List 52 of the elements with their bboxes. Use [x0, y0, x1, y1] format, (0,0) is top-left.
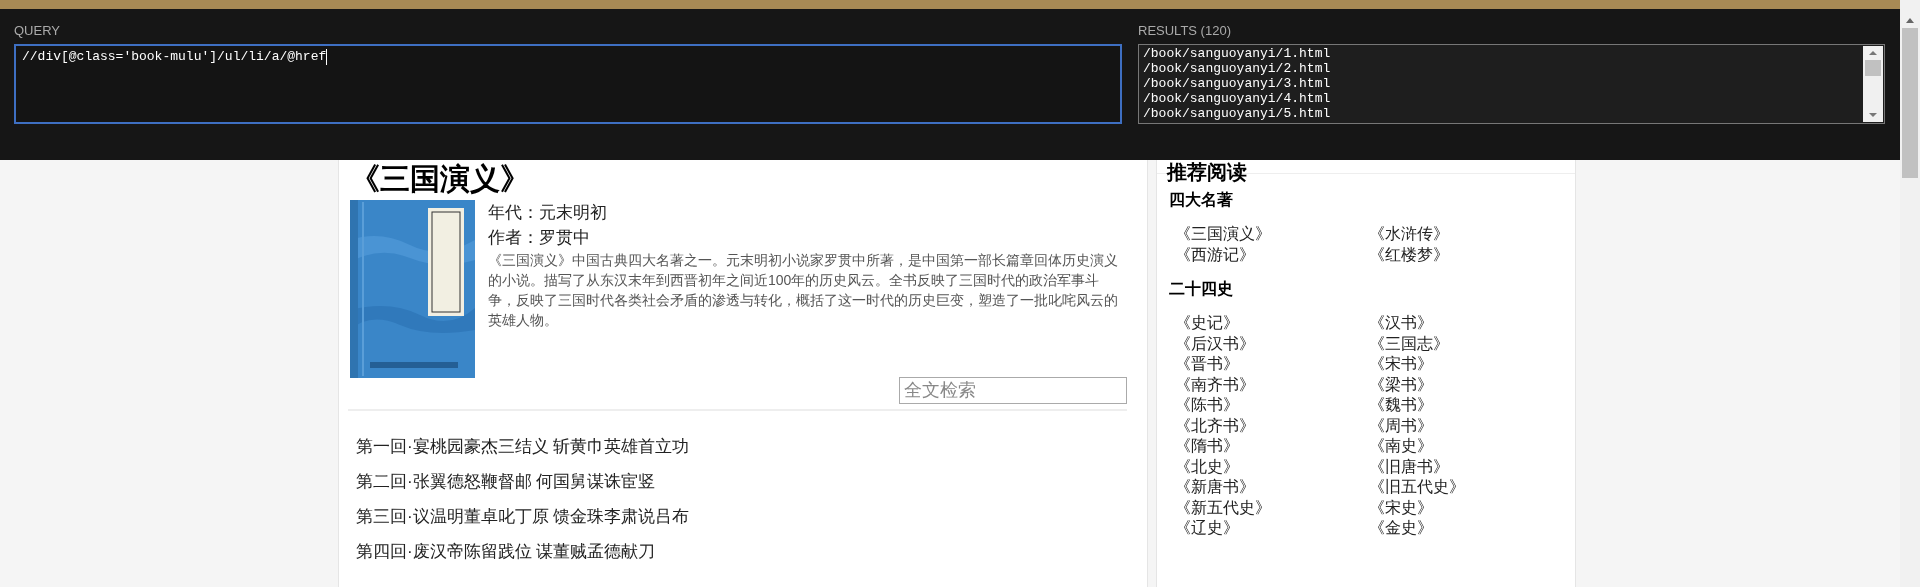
section-heading: 二十四史: [1169, 279, 1233, 299]
section-heading: 四大名著: [1169, 190, 1233, 210]
book-link[interactable]: 《汉书》: [1369, 313, 1433, 334]
book-link[interactable]: 《魏书》: [1369, 395, 1433, 416]
book-link[interactable]: 《三国志》: [1369, 333, 1449, 354]
book-link[interactable]: 《辽史》: [1175, 518, 1239, 539]
book-link[interactable]: 《北史》: [1175, 456, 1239, 477]
results-scrollbar[interactable]: [1863, 46, 1883, 122]
book-link[interactable]: 《晋书》: [1175, 354, 1239, 375]
book-link[interactable]: 《旧五代史》: [1369, 477, 1465, 498]
book-link[interactable]: 《周书》: [1369, 415, 1433, 436]
book-link[interactable]: 《旧唐书》: [1369, 456, 1449, 477]
scroll-thumb[interactable]: [1865, 60, 1881, 76]
book-link[interactable]: 《三国演义》: [1175, 224, 1271, 245]
book-link[interactable]: 《红楼梦》: [1369, 244, 1449, 265]
book-link[interactable]: 《北齐书》: [1175, 415, 1255, 436]
search-field[interactable]: 全文检索: [899, 377, 1127, 404]
book-link[interactable]: 《南齐书》: [1175, 374, 1255, 395]
result-item: /book/sanguoyanyi/5.html: [1143, 106, 1331, 121]
book-link[interactable]: 《史记》: [1175, 313, 1239, 334]
book-link[interactable]: 《水浒传》: [1369, 224, 1449, 245]
book-link[interactable]: 《后汉书》: [1175, 333, 1255, 354]
book-link[interactable]: 《南史》: [1369, 436, 1433, 457]
query-field[interactable]: //div[@class='book-mulu']/ul/li/a/@href: [14, 44, 1122, 124]
book-meta: 作者：罗贯中: [488, 227, 590, 249]
chapter-link[interactable]: 第四回·废汉帝陈留践位 谋董贼孟德献刀: [356, 540, 656, 563]
book-link[interactable]: 《梁书》: [1369, 374, 1433, 395]
book-link[interactable]: 《宋书》: [1369, 354, 1433, 375]
sidebar-title: 推荐阅读: [1167, 161, 1247, 183]
book-description: 《三国演义》中国古典四大名著之一。元末明初小说家罗贯中所著，是中国第一部长篇章回体历史演义的小说。描写了从东汉末年到西晋初年之间近100年的历史风云。全书反映了三国时代的政治军事斗争，反映了三国时代各类社会矛盾的渗透与转化，概括了这一时代的历史巨变，塑造了一批叱咤风云的英雄人物。: [488, 251, 1119, 330]
book-link[interactable]: 《新唐书》: [1175, 477, 1255, 498]
page-scrollbar[interactable]: [1900, 0, 1920, 587]
book-title: 《三国演义》: [350, 162, 531, 196]
result-item: /book/sanguoyanyi/2.html: [1143, 61, 1331, 76]
query-text: //div[@class='book-mulu']/ul/li/a/@href: [22, 48, 327, 66]
book-link[interactable]: 《隋书》: [1175, 436, 1239, 457]
chapter-link[interactable]: 第二回·张翼德怒鞭督邮 何国舅谋诛宦竖: [356, 470, 656, 493]
results-label: RESULTS (120): [1138, 23, 1231, 39]
book-link[interactable]: 《西游记》: [1175, 244, 1255, 265]
chapter-link[interactable]: 第三回·议温明董卓叱丁原 馈金珠李肃说吕布: [356, 505, 690, 528]
result-item: /book/sanguoyanyi/1.html: [1143, 46, 1331, 61]
query-label: QUERY: [14, 23, 60, 39]
book-link[interactable]: 《宋史》: [1369, 497, 1433, 518]
scroll-thumb[interactable]: [1902, 28, 1918, 178]
result-item: /book/sanguoyanyi/4.html: [1143, 91, 1331, 106]
book-link[interactable]: 《金史》: [1369, 518, 1433, 539]
result-item: /book/sanguoyanyi/3.html: [1143, 76, 1331, 91]
book-link[interactable]: 《陈书》: [1175, 395, 1239, 416]
chapter-link[interactable]: 第一回·宴桃园豪杰三结义 斩黄巾英雄首立功: [356, 435, 690, 458]
book-meta: 年代：元末明初: [488, 202, 607, 224]
text-cursor: [326, 49, 328, 65]
book-link[interactable]: 《新五代史》: [1175, 497, 1271, 518]
